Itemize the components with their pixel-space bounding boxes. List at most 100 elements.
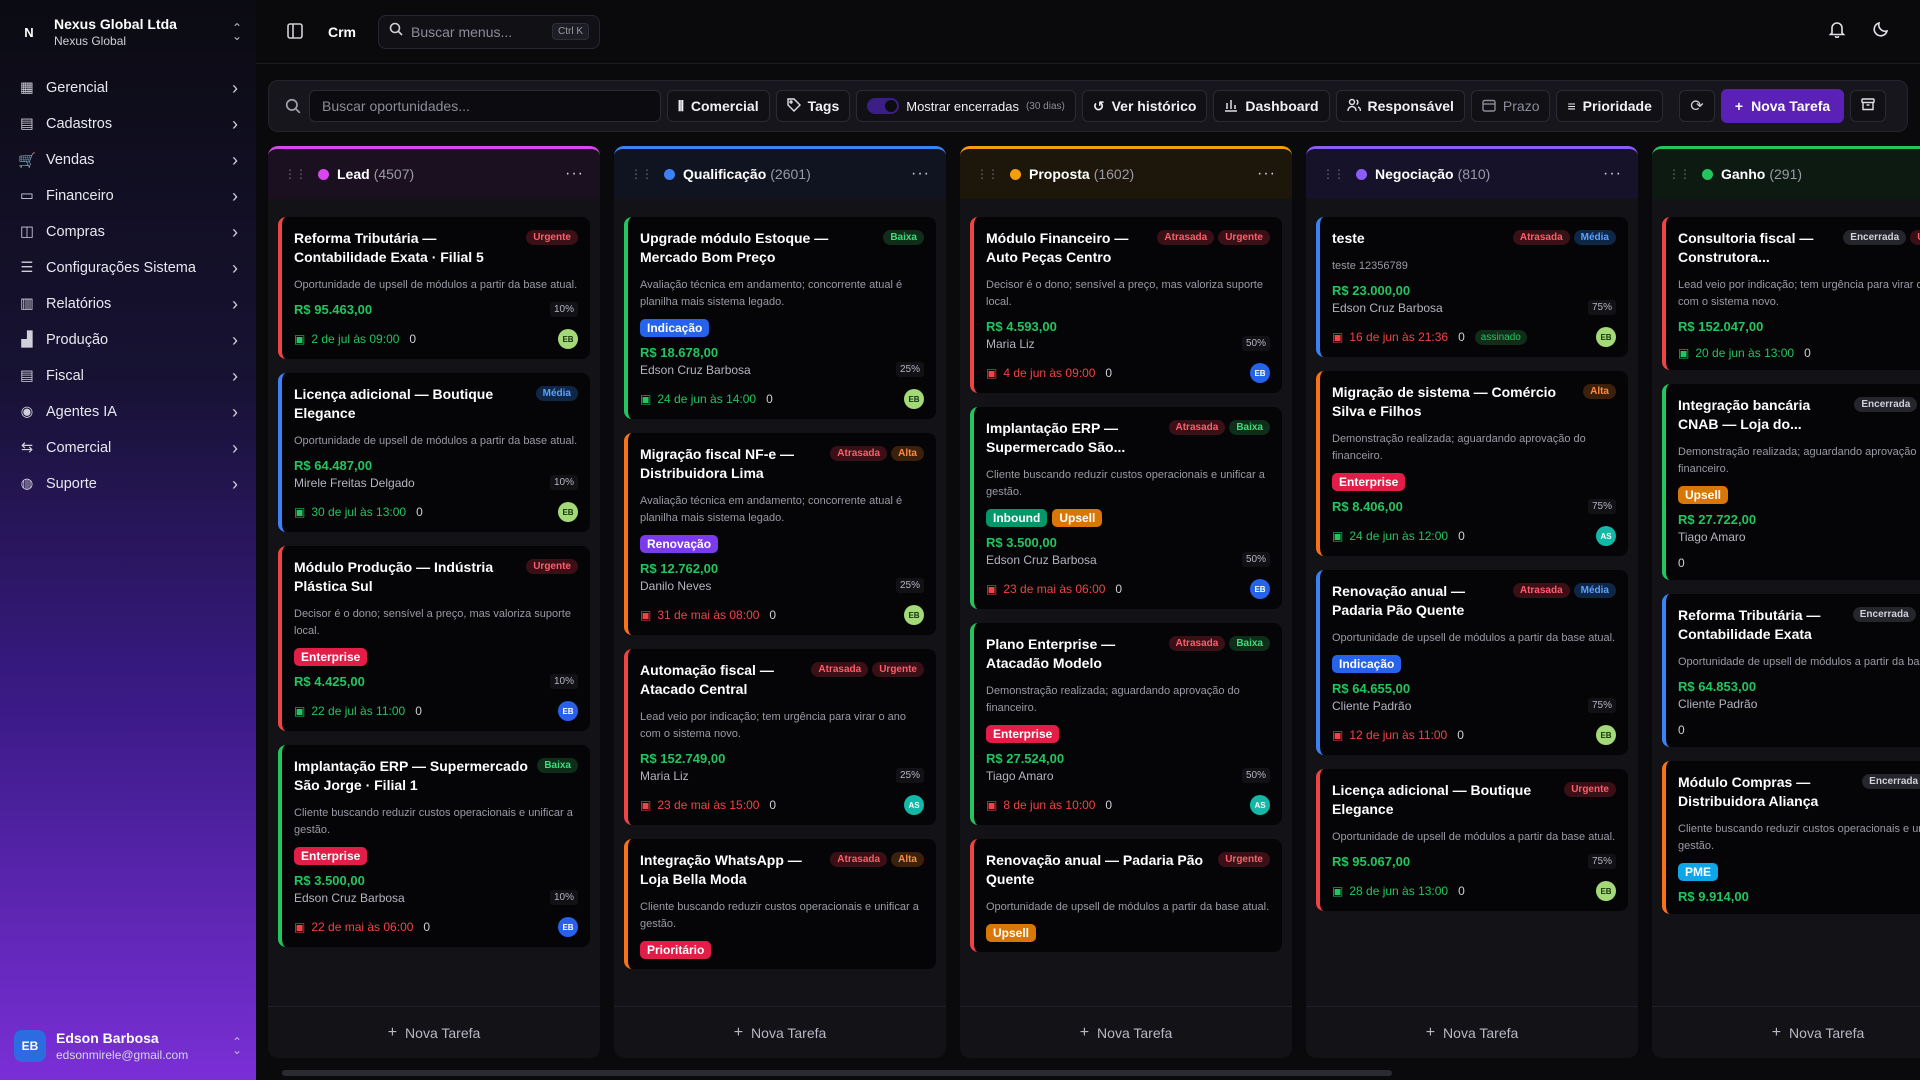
opportunity-card[interactable]: Plano Enterprise — Atacadão Modelo Atrasa… [970,623,1282,825]
history-button[interactable]: ↺ Ver histórico [1081,90,1208,122]
opportunity-card[interactable]: Consultoria fiscal — Construtora... Encer… [1662,217,1920,370]
card-badges: Urgente [526,559,578,574]
sidebar-item-agentes-ia[interactable]: ◉ Agentes IA › [8,394,248,430]
drag-handle-icon[interactable]: ⋮⋮ [1668,167,1691,181]
value-block: R$ 64.655,00 Cliente Padrão [1332,681,1411,713]
value-block: R$ 8.406,00 [1332,499,1403,514]
kanban-board: ⋮⋮ Lead (4507) ··· Reforma Tributária — Cont… [268,146,1920,1066]
bell-icon[interactable] [1828,20,1846,43]
card-tags: Enterprise [1332,473,1616,491]
column-cards: Módulo Financeiro — Auto Peças Centro Atr… [970,217,1282,985]
due-date-text: 31 de mai às 08:00 [657,608,760,622]
opportunity-card[interactable]: Migração de sistema — Comércio Silva e F… [1316,371,1628,556]
drag-handle-icon[interactable]: ⋮⋮ [284,167,307,181]
card-description: Cliente buscando reduzir custos operacio… [986,469,1265,498]
column-header: ⋮⋮Ganho(291)··· [1652,149,1920,199]
card-header: Módulo Compras — Distribuidora Aliança En… [1678,773,1920,811]
add-task-button[interactable]: + Nova Tarefa [1306,1006,1638,1058]
responsavel-label: Responsável [1367,98,1454,114]
prazo-filter-button[interactable]: Prazo [1470,90,1551,122]
sidebar-item-relat-rios[interactable]: ▥ Relatórios › [8,286,248,322]
opportunity-card[interactable]: Licença adicional — Boutique Elegance Urg… [1316,769,1628,911]
card-value-row: R$ 64.655,00 Cliente Padrão 75% [1332,681,1616,713]
kanban-column-negociação: ⋮⋮ Negociação (810) ··· teste Atrasada Média te… [1306,146,1638,1058]
opportunity-card[interactable]: Integração WhatsApp — Loja Bella Moda Atr… [624,839,936,969]
sidebar-item-gerencial[interactable]: ▦ Gerencial › [8,70,248,106]
opportunity-card[interactable]: Módulo Financeiro — Auto Peças Centro Atr… [970,217,1282,393]
opportunity-card[interactable]: teste Atrasada Média teste 12356789 R$ 23.00… [1316,217,1628,357]
opportunity-card[interactable]: Implantação ERP — Supermercado São... Atr… [970,407,1282,609]
sidebar-toggle-icon[interactable] [286,22,306,42]
sidebar-item-financeiro[interactable]: ▭ Financeiro › [8,178,248,214]
opportunity-search-input[interactable]: Buscar oportunidades... [309,90,661,122]
opportunity-card[interactable]: Renovação anual — Padaria Pão Quente Urge… [970,839,1282,952]
deal-value: R$ 64.655,00 [1332,681,1411,696]
drag-handle-icon[interactable]: ⋮⋮ [976,167,999,181]
add-task-button[interactable]: + Nova Tarefa [1652,1006,1920,1058]
value-block: R$ 95.463,00 [294,302,372,317]
opportunity-card[interactable]: Reforma Tributária — Contabilidade Exata… [278,217,590,359]
status-badge: Urgente [1564,782,1616,797]
opportunity-card[interactable]: Migração fiscal NF-e — Distribuidora Lim… [624,433,936,635]
prioridade-filter-button[interactable]: ≡ Prioridade [1556,90,1663,122]
add-task-button[interactable]: + Nova Tarefa [268,1006,600,1058]
opportunity-card[interactable]: Módulo Produção — Indústria Plástica Sul… [278,546,590,731]
opportunity-card[interactable]: Upgrade módulo Estoque — Mercado Bom Pre… [624,217,936,419]
card-description: Cliente buscando reduzir custos operacio… [1678,823,1920,852]
chevron-right-icon: › [232,437,238,458]
user-menu[interactable]: EB Edson Barbosa edsonmirele@gmail.com ⌃… [14,1024,242,1068]
due-date: ▣ 23 de mai às 15:00 [640,798,759,812]
menu-search-input[interactable]: Buscar menus... Ctrl K [378,14,601,49]
opportunity-card[interactable]: Renovação anual — Padaria Pão Quente Atra… [1316,570,1628,755]
toggle-switch[interactable] [867,98,900,114]
value-block: R$ 4.425,00 [294,674,365,689]
sidebar-item-suporte[interactable]: ◍ Suporte › [8,466,248,502]
sidebar-item-configura-es-sistema[interactable]: ☰ Configurações Sistema › [8,250,248,286]
show-closed-toggle[interactable]: Mostrar encerradas (30 dias) [856,90,1076,122]
responsavel-filter-button[interactable]: Responsável [1335,90,1465,122]
refresh-button[interactable]: ⟳ [1678,90,1715,122]
avatar: EB [558,701,578,721]
dashboard-button[interactable]: Dashboard [1213,90,1330,122]
due-date: ▣ 30 de jul às 13:00 [294,505,406,519]
status-badge: Alta [1583,384,1616,399]
more-options-icon[interactable]: ··· [565,165,584,183]
sidebar-item-compras[interactable]: ◫ Compras › [8,214,248,250]
activity-count: 0 [766,392,773,406]
org-switcher[interactable]: N Nexus Global Ltda Nexus Global ⌃ ⌄ [14,12,242,52]
sidebar-item-vendas[interactable]: 🛒 Vendas › [8,142,248,178]
moon-icon[interactable] [1872,20,1890,43]
drag-handle-icon[interactable]: ⋮⋮ [630,167,653,181]
add-task-button[interactable]: + Nova Tarefa [614,1006,946,1058]
opportunity-card[interactable]: Implantação ERP — Supermercado São Jorge… [278,745,590,947]
chevrons-up-down-icon: ⌃ ⌄ [231,21,242,43]
card-badges: Urgente [526,230,578,245]
opportunity-card[interactable]: Módulo Compras — Distribuidora Aliança En… [1662,761,1920,914]
deal-value: R$ 27.722,00 [1678,512,1757,527]
horizontal-scrollbar[interactable] [282,1070,1392,1076]
opportunity-card[interactable]: Reforma Tributária — Contabilidade Exata… [1662,594,1920,747]
calendar-icon: ▣ [1332,330,1344,344]
page-title: Crm [328,23,357,40]
more-options-icon[interactable]: ··· [911,165,930,183]
card-footer: ▣ 12 de jun às 11:00 0 EB [1332,725,1616,745]
more-options-icon[interactable]: ··· [1603,165,1622,183]
sidebar-item-comercial[interactable]: ⇆ Comercial › [8,430,248,466]
archive-button[interactable] [1850,90,1887,122]
sidebar-item-fiscal[interactable]: ▤ Fiscal › [8,358,248,394]
tags-button[interactable]: Tags [775,90,851,122]
card-footer: 0 [1678,556,1920,570]
opportunity-card[interactable]: Automação fiscal — Atacado Central Atrasa… [624,649,936,825]
opportunity-card[interactable]: Integração bancária CNAB — Loja do... Enc… [1662,384,1920,580]
stage-dot [1702,168,1713,180]
opportunity-card[interactable]: Licença adicional — Boutique Elegance Méd… [278,373,590,532]
new-task-button[interactable]: + Nova Tarefa [1720,89,1845,123]
card-footer: ▣ 23 de mai às 15:00 0 AS [640,795,924,815]
chevron-right-icon: › [232,77,238,98]
sidebar-item-cadastros[interactable]: ▤ Cadastros › [8,106,248,142]
sidebar-item-produ-o[interactable]: ▟ Produção › [8,322,248,358]
comercial-filter-button[interactable]: ⫴ Comercial [667,90,770,122]
drag-handle-icon[interactable]: ⋮⋮ [1322,167,1345,181]
more-options-icon[interactable]: ··· [1257,165,1276,183]
add-task-button[interactable]: + Nova Tarefa [960,1006,1292,1058]
